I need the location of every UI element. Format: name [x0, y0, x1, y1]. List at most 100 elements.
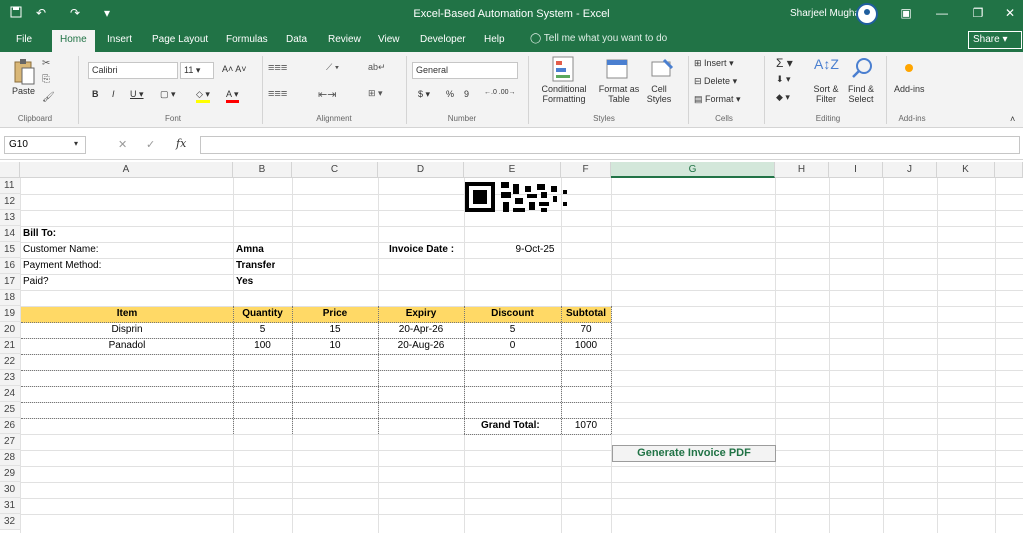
row-header-22[interactable]: 22	[0, 354, 20, 370]
copy-icon[interactable]: ⎘	[42, 74, 50, 85]
align-left-icon[interactable]: ≡≡≡	[268, 88, 287, 100]
number-format-box[interactable]: General	[412, 62, 518, 79]
addins-button[interactable]: Add-ins	[894, 84, 925, 94]
minimize-icon[interactable]: —	[932, 6, 952, 20]
tell-me-box[interactable]: ◯ Tell me what you want to do	[530, 33, 667, 44]
grow-font-icon[interactable]: A˄ A˅	[222, 64, 247, 74]
row-header-19[interactable]: 19	[0, 306, 20, 322]
row-header-32[interactable]: 32	[0, 514, 20, 530]
row-header-13[interactable]: 13	[0, 210, 20, 226]
cell-styles-label[interactable]: Cell Styles	[640, 84, 678, 104]
select-all-corner[interactable]	[0, 162, 20, 178]
borders-icon[interactable]: ▢ ▾	[160, 89, 176, 100]
col-header-d[interactable]: D	[378, 162, 464, 178]
tab-file[interactable]: File	[16, 34, 32, 45]
col-header-b[interactable]: B	[233, 162, 292, 178]
row-header-24[interactable]: 24	[0, 386, 20, 402]
share-button[interactable]: Share ▾	[968, 31, 1022, 49]
tab-page-layout[interactable]: Page Layout	[152, 34, 208, 45]
fill-color-icon[interactable]: ◇ ▾	[196, 89, 210, 103]
col-header-g[interactable]: G	[611, 162, 775, 178]
cancel-icon[interactable]: ✕	[118, 138, 127, 151]
delete-cells-button[interactable]: ⊟ Delete ▾	[694, 76, 737, 87]
format-cells-button[interactable]: ▤ Format ▾	[694, 94, 741, 105]
comma-button[interactable]: 9	[464, 89, 469, 99]
underline-button[interactable]: U ▾	[130, 89, 144, 100]
user-name[interactable]: Sharjeel Mughal	[790, 8, 862, 19]
addins-icon[interactable]	[905, 64, 913, 72]
tab-formulas[interactable]: Formulas	[226, 34, 268, 45]
row-header-20[interactable]: 20	[0, 322, 20, 338]
tab-insert[interactable]: Insert	[107, 34, 132, 45]
formula-input[interactable]	[200, 136, 1020, 154]
enter-icon[interactable]: ✓	[146, 138, 155, 151]
row-header-12[interactable]: 12	[0, 194, 20, 210]
row-header-31[interactable]: 31	[0, 498, 20, 514]
ribbon-display-icon[interactable]: ▣	[896, 6, 916, 20]
paste-label[interactable]: Paste	[12, 86, 35, 96]
row-header-25[interactable]: 25	[0, 402, 20, 418]
indent-icon[interactable]: ⇤⇥	[318, 88, 336, 101]
worksheet-grid[interactable]: A B C D E F G H I J K 11 12 13 14 15 16 …	[0, 160, 1023, 533]
col-header-c[interactable]: C	[292, 162, 378, 178]
font-color-icon[interactable]: A ▾	[226, 89, 239, 103]
bold-button[interactable]: B	[92, 89, 99, 99]
insert-cells-button[interactable]: ⊞ Insert ▾	[694, 58, 734, 69]
row-header-18[interactable]: 18	[0, 290, 20, 306]
align-top-icon[interactable]: ≡≡≡	[268, 62, 287, 74]
italic-button[interactable]: I	[112, 89, 115, 99]
merge-center-icon[interactable]: ⊞ ▾	[368, 88, 383, 99]
sort-filter-label[interactable]: Sort & Filter	[810, 84, 842, 104]
wrap-text-icon[interactable]: ab↵	[368, 62, 386, 73]
close-icon[interactable]: ✕	[1000, 6, 1020, 20]
insert-function-icon[interactable]: fx	[176, 137, 186, 150]
currency-button[interactable]: $ ▾	[418, 89, 430, 100]
cut-icon[interactable]: ✂	[42, 58, 50, 69]
avatar[interactable]	[856, 3, 878, 25]
row-header-26[interactable]: 26	[0, 418, 20, 434]
col-header-j[interactable]: J	[883, 162, 937, 178]
row-header-15[interactable]: 15	[0, 242, 20, 258]
format-table-label[interactable]: Format as Table	[596, 84, 642, 104]
conditional-formatting-label[interactable]: Conditional Formatting	[534, 84, 594, 104]
find-select-label[interactable]: Find & Select	[842, 84, 880, 104]
font-size-box[interactable]: 11 ▾	[180, 62, 214, 79]
col-header-i[interactable]: I	[829, 162, 883, 178]
cell-styles-icon[interactable]	[650, 56, 674, 84]
tab-developer[interactable]: Developer	[420, 34, 466, 45]
row-header-23[interactable]: 23	[0, 370, 20, 386]
col-header-a[interactable]: A	[20, 162, 233, 178]
collapse-ribbon-icon[interactable]: ˄	[1010, 114, 1015, 124]
decimal-buttons-icon[interactable]: ←.0 .00→	[484, 89, 516, 96]
col-header-l[interactable]	[995, 162, 1023, 178]
row-header-29[interactable]: 29	[0, 466, 20, 482]
tab-review[interactable]: Review	[328, 34, 361, 45]
generate-invoice-pdf-button[interactable]: Generate Invoice PDF	[612, 445, 776, 462]
tab-data[interactable]: Data	[286, 34, 307, 45]
conditional-formatting-icon[interactable]	[552, 56, 574, 84]
row-header-14[interactable]: 14	[0, 226, 20, 242]
clear-icon[interactable]: ◆ ▾	[776, 92, 790, 103]
tab-home[interactable]: Home	[52, 30, 95, 52]
font-name-box[interactable]: Calibri	[88, 62, 178, 79]
col-header-k[interactable]: K	[937, 162, 995, 178]
row-header-11[interactable]: 11	[0, 178, 20, 194]
row-header-27[interactable]: 27	[0, 434, 20, 450]
row-header-16[interactable]: 16	[0, 258, 20, 274]
tab-view[interactable]: View	[378, 34, 400, 45]
fill-icon[interactable]: ⬇ ▾	[776, 74, 791, 85]
row-header-30[interactable]: 30	[0, 482, 20, 498]
format-table-icon[interactable]	[606, 56, 630, 84]
find-select-icon[interactable]	[850, 56, 874, 82]
col-header-f[interactable]: F	[561, 162, 611, 178]
row-header-21[interactable]: 21	[0, 338, 20, 354]
sort-filter-icon[interactable]: A↕Z	[814, 56, 839, 72]
percent-button[interactable]: %	[446, 89, 454, 99]
col-header-e[interactable]: E	[464, 162, 561, 178]
col-header-h[interactable]: H	[775, 162, 829, 178]
row-header-17[interactable]: 17	[0, 274, 20, 290]
orientation-icon[interactable]: ⟋ ▾	[326, 62, 339, 73]
restore-icon[interactable]: ❐	[968, 6, 988, 20]
name-box-dropdown-icon[interactable]: ▾	[74, 139, 78, 148]
autosum-icon[interactable]: Σ ▾	[776, 56, 793, 70]
